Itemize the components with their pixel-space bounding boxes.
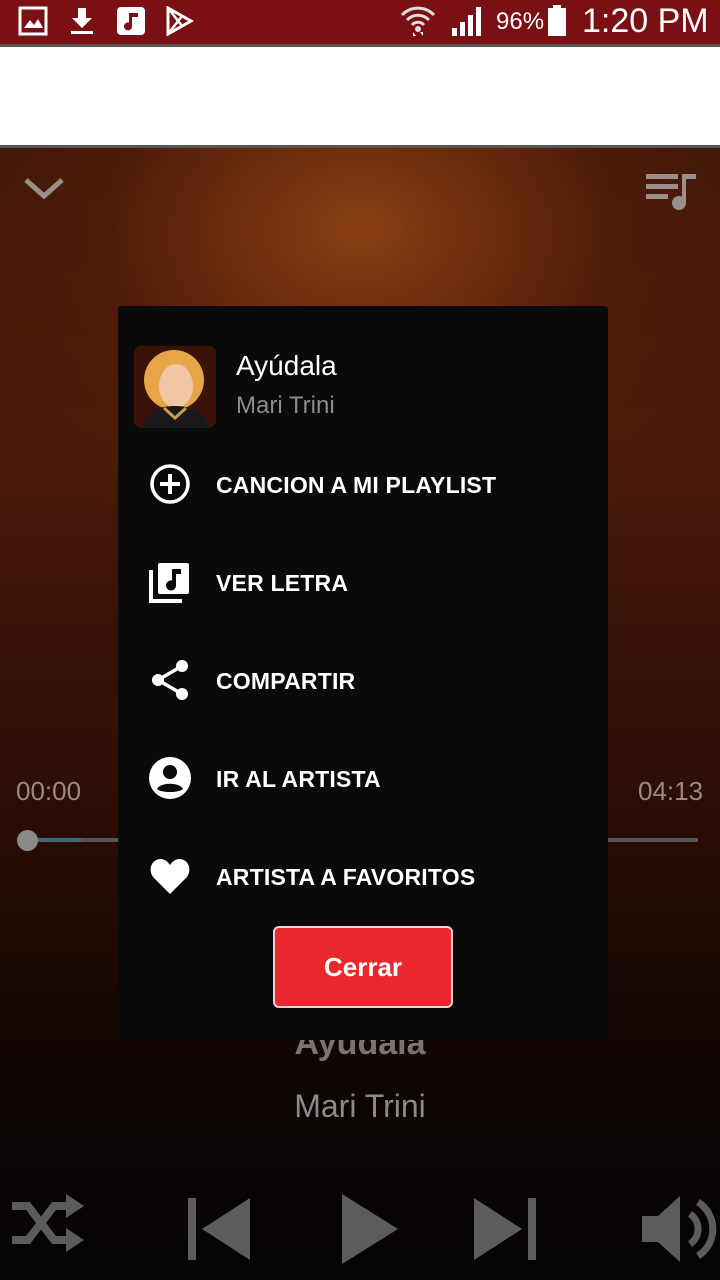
- song-options-dialog: Ayúdala Mari Trini CANCION A MI PLAYLIST…: [118, 306, 608, 1040]
- skip-previous-icon[interactable]: [186, 1196, 252, 1262]
- play-store-icon: [166, 6, 194, 36]
- play-icon[interactable]: [340, 1192, 400, 1266]
- battery-icon: [548, 5, 566, 36]
- album-art: [134, 346, 216, 428]
- menu-item-label: ARTISTA A FAVORITOS: [216, 864, 476, 890]
- battery-percent: 96%: [496, 8, 545, 35]
- share-icon: [152, 660, 188, 700]
- dialog-song-title: Ayúdala: [236, 350, 337, 381]
- menu-item-label: CANCION A MI PLAYLIST: [216, 472, 497, 498]
- song-artist: Mari Trini: [294, 1088, 426, 1124]
- heart-icon: [150, 859, 190, 894]
- wifi-icon: [400, 6, 436, 36]
- menu-item-label: VER LETRA: [216, 570, 349, 596]
- current-time: 00:00: [16, 776, 82, 806]
- close-button[interactable]: Cerrar: [273, 926, 453, 1008]
- volume-icon[interactable]: [640, 1192, 720, 1266]
- menu-item-go-to-artist[interactable]: IR AL ARTISTA: [118, 744, 608, 814]
- menu-item-view-lyrics[interactable]: VER LETRA: [118, 548, 608, 618]
- signal-icon: [452, 7, 481, 36]
- status-bar: 96% 1:20 PM: [0, 0, 720, 47]
- menu-item-label: COMPARTIR: [216, 668, 356, 694]
- menu-item-label: IR AL ARTISTA: [216, 766, 381, 792]
- music-note-icon: [117, 7, 145, 35]
- app-header-bar: [0, 47, 720, 148]
- add-circle-icon: [150, 464, 190, 504]
- seek-handle[interactable]: [17, 830, 38, 851]
- skip-next-icon[interactable]: [472, 1196, 538, 1262]
- library-music-icon: [149, 563, 189, 603]
- queue-music-icon[interactable]: [644, 168, 698, 212]
- menu-item-add-to-playlist[interactable]: CANCION A MI PLAYLIST: [118, 450, 608, 520]
- status-clock: 1:20 PM: [582, 2, 709, 40]
- image-icon: [18, 6, 48, 36]
- menu-item-share[interactable]: COMPARTIR: [118, 646, 608, 716]
- duration: 04:13: [638, 776, 704, 806]
- shuffle-icon[interactable]: [8, 1190, 86, 1256]
- dialog-song-artist: Mari Trini: [236, 392, 335, 419]
- download-icon: [71, 8, 93, 34]
- account-circle-icon: [149, 757, 191, 799]
- chevron-down-icon[interactable]: [22, 170, 66, 206]
- menu-item-favorite-artist[interactable]: ARTISTA A FAVORITOS: [118, 842, 608, 912]
